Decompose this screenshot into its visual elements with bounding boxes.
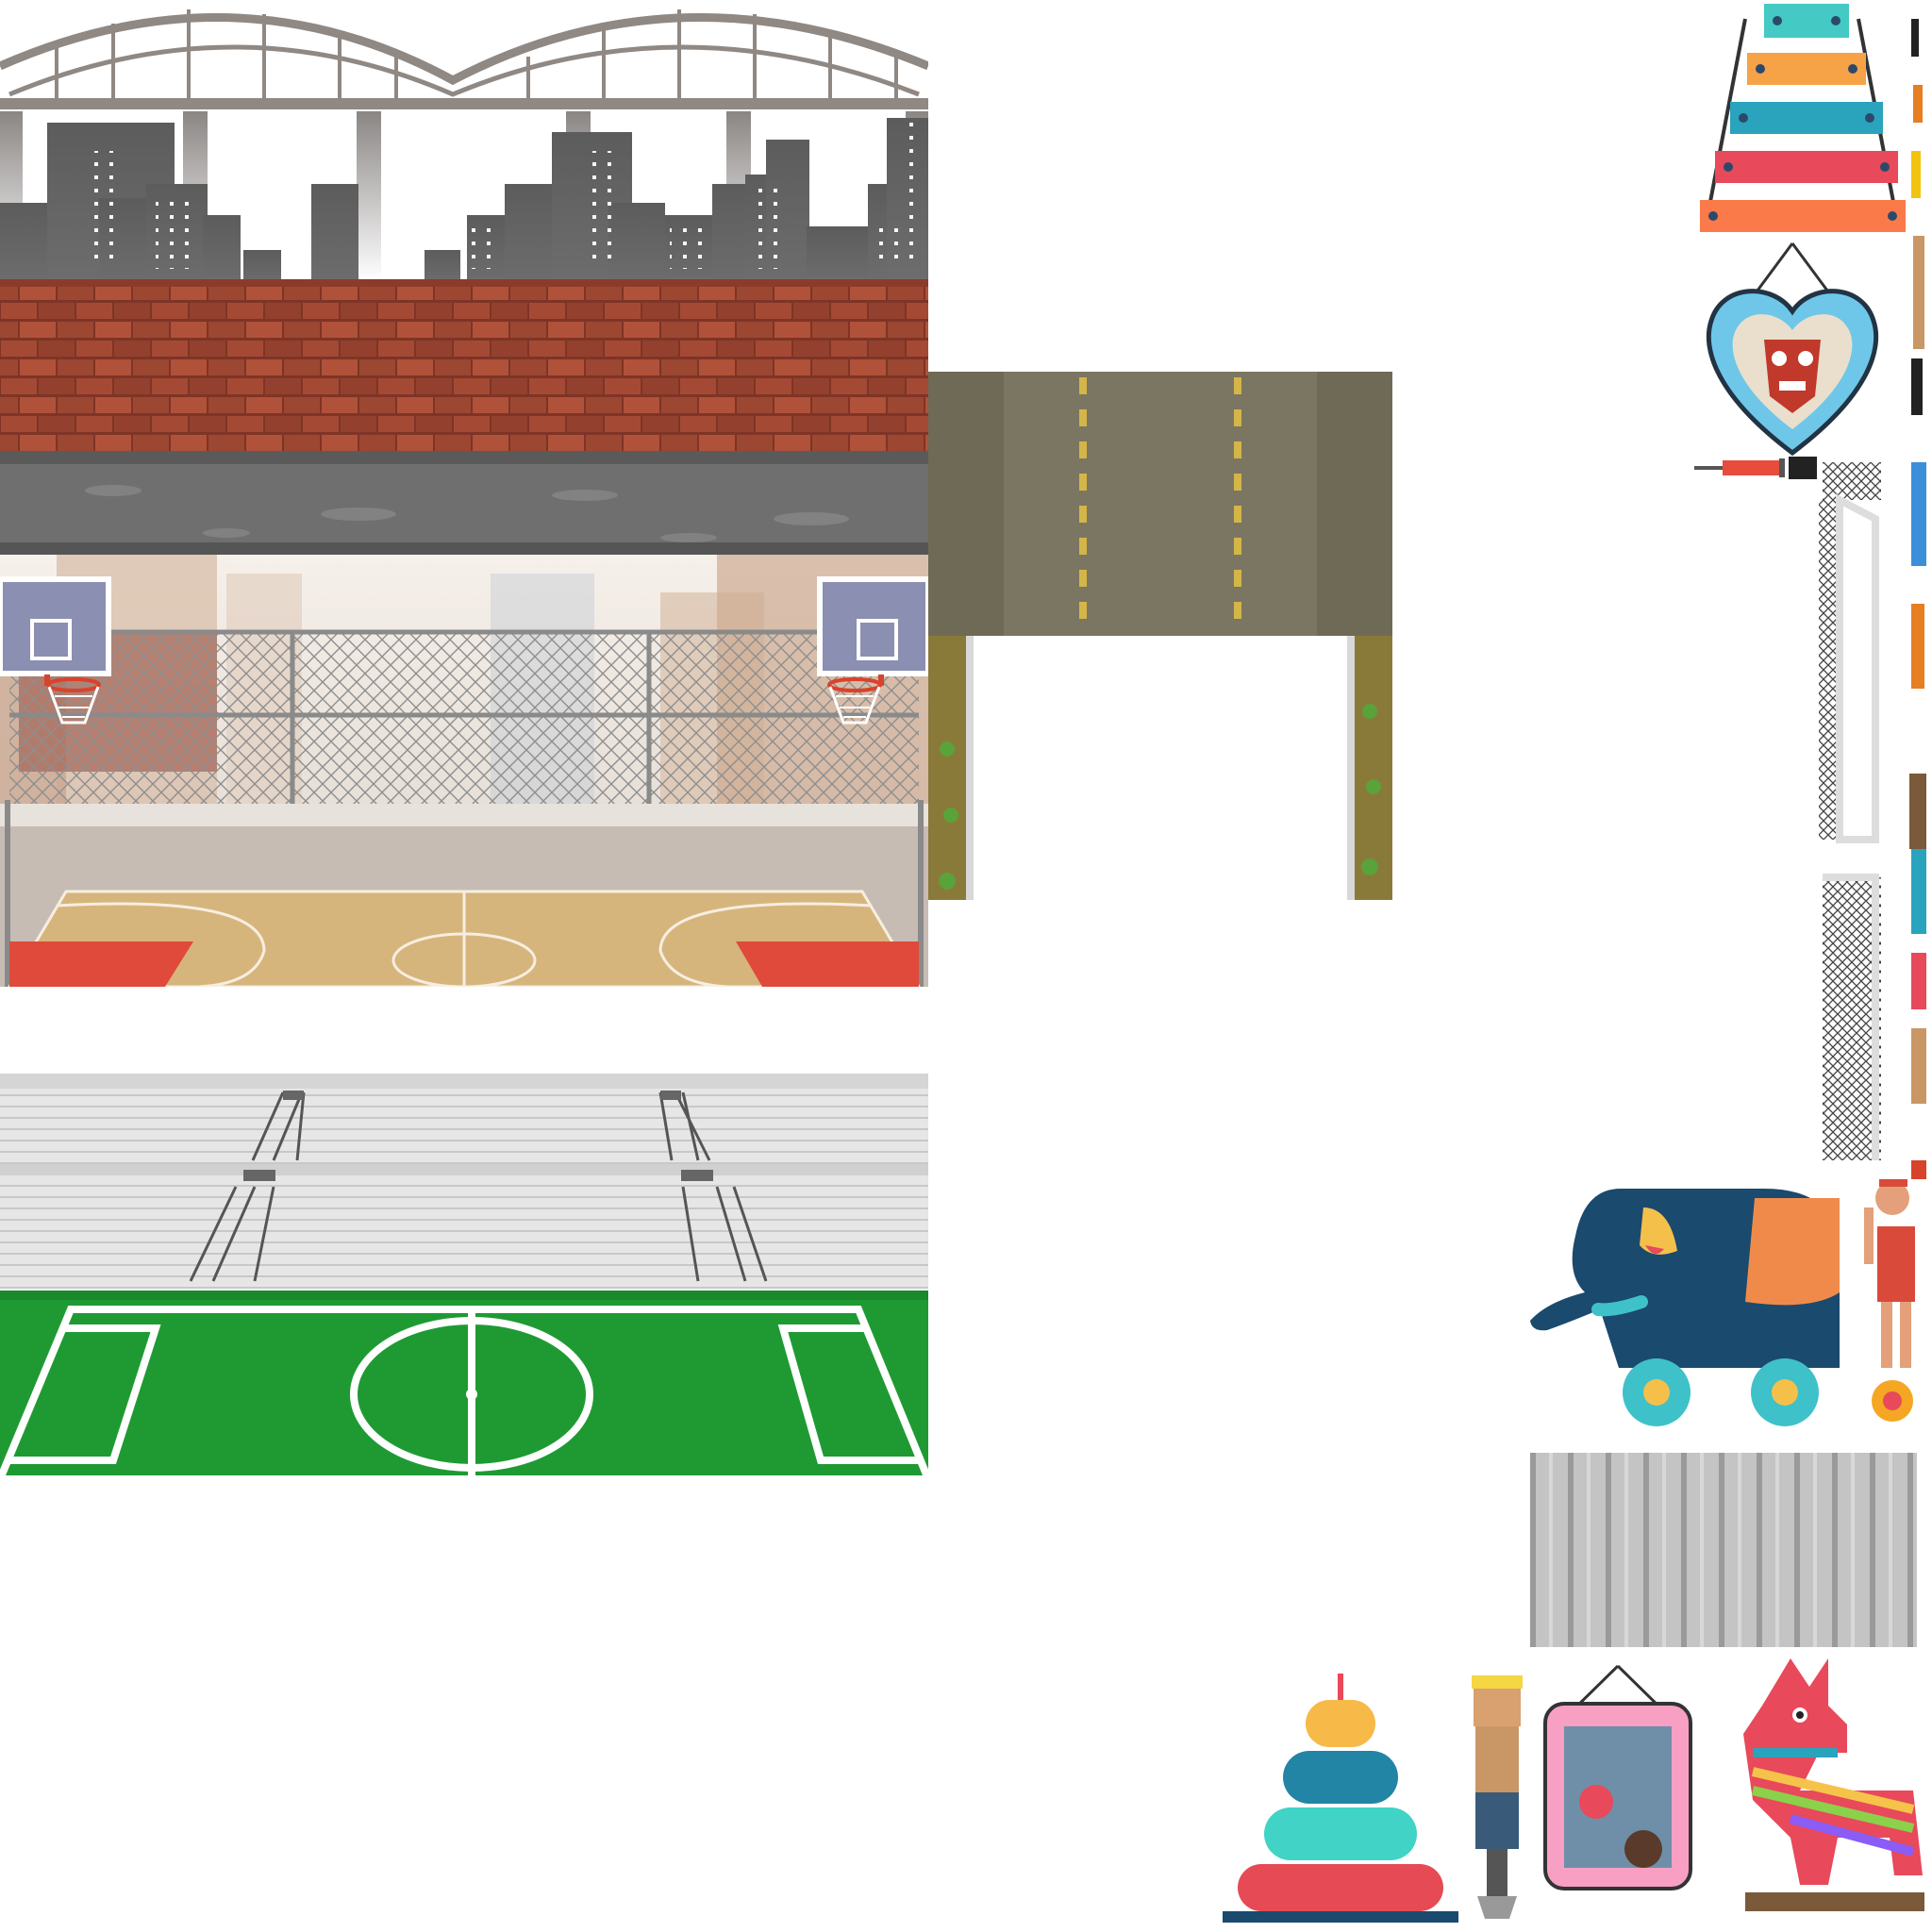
heart-frame-icon (1706, 242, 1879, 457)
pink-frame-icon (1543, 1664, 1692, 1890)
fence-icon (1530, 1453, 1917, 1647)
basketball-court-art (0, 555, 928, 987)
prop-stacking-rings: Stacking ring toy (1223, 1670, 1458, 1924)
player-icon (1864, 1179, 1915, 1422)
weapons-icon (1909, 19, 1926, 1179)
pinata-horse-icon (1743, 1658, 1924, 1911)
prop-toy-elephant: Toy elephant on wheels (1528, 1170, 1855, 1434)
pixel-character-icon (1472, 1675, 1523, 1919)
prop-syringe (1694, 457, 1817, 479)
background-soccer-field: Soccer field markings (0, 1291, 928, 1479)
prop-ragdoll-player: Ragdoll player figure (1855, 1170, 1932, 1434)
prop-xylophone: Toy xylophone (1698, 0, 1906, 236)
road-art (928, 372, 1392, 900)
syringe-icon (1694, 457, 1817, 479)
background-road: Top-down road with dashed markings (928, 372, 1392, 900)
elephant-icon (1530, 1189, 1840, 1426)
prop-goal-nets: Goal net frames (1819, 462, 1887, 1170)
soccer-field-art (0, 1291, 928, 1479)
prop-pink-frame: Pink picture frame (1528, 1660, 1707, 1896)
background-basketball-court: Outdoor basketball court with chain-link… (0, 555, 928, 987)
xylophone-icon (1700, 4, 1906, 232)
prop-metal-fence: Corrugated metal fence panel (1530, 1453, 1917, 1647)
prop-pinata-horse: Pinata horse (1734, 1649, 1930, 1913)
background-stadium-bleachers: Empty stadium bleachers (0, 1074, 928, 1289)
goal-net-icon (1819, 462, 1881, 1160)
prop-heart-frame: Heart frame with tiki mask (1698, 236, 1887, 462)
stacking-rings-icon (1223, 1674, 1458, 1923)
weapons-strip: Weapon and tool sprites strip (1906, 0, 1932, 1189)
city-bridge-art (0, 0, 928, 555)
bleachers-art (0, 1074, 928, 1289)
prop-pixel-character: Pixel character with hammer (1468, 1672, 1526, 1926)
background-city-bridge: City skyline with bridge and brick wall (0, 0, 928, 555)
